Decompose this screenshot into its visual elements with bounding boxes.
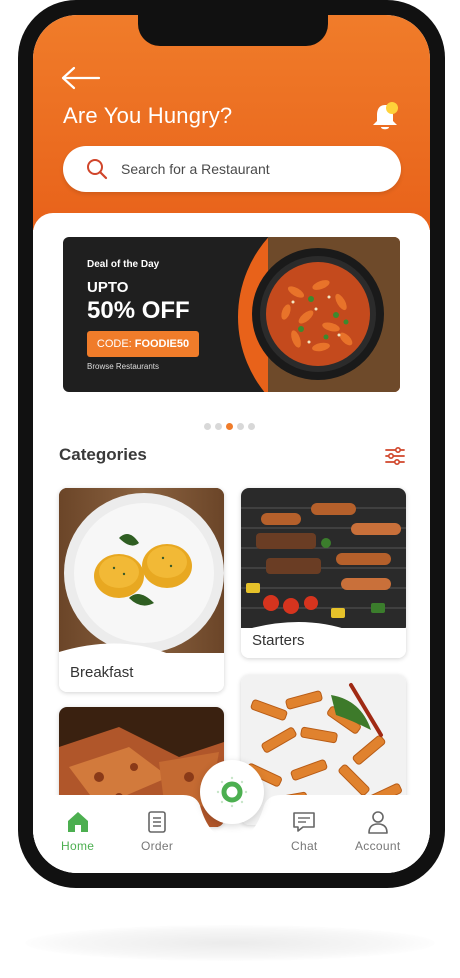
nav-order[interactable]: Order [141, 809, 173, 853]
grill-skewers-image [241, 488, 406, 628]
notification-dot [386, 102, 398, 114]
app-screen: Are You Hungry? Search for a Restaurant [33, 15, 430, 873]
promo-code-button[interactable]: CODE: FOODIE50 [87, 331, 199, 357]
category-card-starters[interactable]: Starters [241, 488, 406, 658]
carousel-indicator [204, 423, 255, 430]
category-card-breakfast[interactable]: Breakfast [59, 488, 224, 692]
discount-label: 50% OFF [87, 297, 190, 324]
upto-label: UPTO [87, 279, 129, 296]
code-prefix: CODE: [96, 338, 132, 350]
nav-label: Chat [291, 839, 318, 853]
chat-icon [293, 812, 316, 832]
code-value: FOODIE50 [134, 338, 190, 350]
filter-sliders-icon[interactable] [385, 447, 405, 465]
carousel-dot-active[interactable] [226, 423, 233, 430]
account-icon [367, 811, 388, 834]
carousel-dot[interactable] [248, 423, 255, 430]
deal-banner[interactable]: Deal of the Day UPTO 50% OFF CODE: FOODI… [63, 237, 400, 392]
carousel-dot[interactable] [215, 423, 222, 430]
carousel-dot[interactable] [237, 423, 244, 430]
center-action-button[interactable] [200, 760, 264, 824]
device-shadow [25, 925, 435, 961]
carousel-dot[interactable] [204, 423, 211, 430]
ring-icon [216, 776, 248, 808]
nav-label: Home [61, 839, 95, 853]
search-input[interactable]: Search for a Restaurant [121, 161, 270, 177]
order-list-icon [148, 811, 166, 833]
nav-chat[interactable]: Chat [291, 809, 318, 853]
eggs-benedict-image [59, 488, 224, 653]
pasta-pan-image [252, 248, 384, 380]
home-icon [67, 812, 88, 832]
category-label: Starters [252, 632, 305, 649]
search-bar[interactable]: Search for a Restaurant [63, 146, 401, 192]
nav-home[interactable]: Home [61, 809, 94, 853]
page-title: Are You Hungry? [63, 103, 233, 128]
browse-link[interactable]: Browse Restaurants [87, 362, 159, 371]
category-label: Breakfast [70, 664, 134, 681]
phone-frame: Are You Hungry? Search for a Restaurant [18, 0, 445, 888]
header: Are You Hungry? Search for a Restaurant [33, 15, 430, 230]
section-title: Categories [59, 445, 147, 464]
phone-notch [138, 15, 328, 46]
deal-label: Deal of the Day [87, 259, 160, 270]
search-icon [87, 159, 108, 180]
arrow-left-icon[interactable] [61, 65, 101, 91]
nav-label: Account [355, 839, 401, 853]
nav-account[interactable]: Account [355, 809, 400, 853]
nav-label: Order [141, 839, 174, 853]
